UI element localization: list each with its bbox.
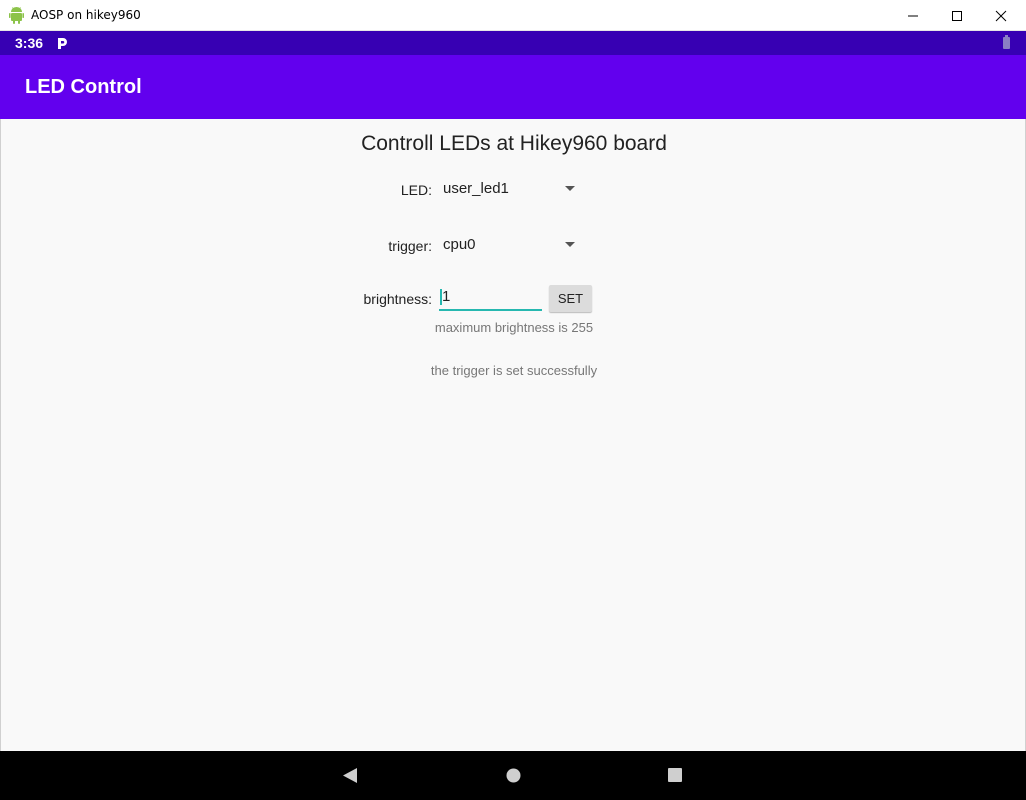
main-content: Controll LEDs at Hikey960 board LED: use…: [0, 119, 1026, 751]
dropdown-arrow-icon: [565, 242, 575, 247]
window-title: AOSP on hikey960: [31, 8, 141, 22]
led-selected-value: user_led1: [443, 180, 509, 197]
text-cursor: [440, 289, 442, 305]
navigation-bar: [0, 751, 1026, 800]
dropdown-arrow-icon: [565, 186, 575, 191]
android-icon: [9, 7, 24, 24]
brightness-label: brightness:: [363, 291, 432, 307]
app-bar: LED Control: [0, 55, 1026, 119]
p-notification-icon: [58, 38, 67, 49]
trigger-selected-value: cpu0: [443, 236, 476, 253]
page-title: Controll LEDs at Hikey960 board: [361, 132, 667, 155]
home-icon[interactable]: [506, 768, 521, 783]
close-icon: [995, 10, 1007, 22]
close-button[interactable]: [978, 0, 1024, 31]
recents-icon[interactable]: [668, 768, 682, 782]
led-spinner[interactable]: user_led1: [439, 174, 581, 204]
maximize-icon: [952, 11, 962, 21]
status-message: the trigger is set successfully: [430, 363, 598, 378]
window-title-bar: AOSP on hikey960: [0, 0, 1026, 31]
back-icon[interactable]: [343, 768, 357, 783]
trigger-spinner[interactable]: cpu0: [439, 230, 581, 260]
max-brightness-hint: maximum brightness is 255: [434, 320, 594, 335]
status-time: 3:36: [15, 35, 44, 51]
led-label: LED:: [400, 182, 432, 198]
trigger-label: trigger:: [388, 238, 432, 254]
battery-icon: [1003, 35, 1010, 49]
maximize-button[interactable]: [934, 0, 980, 31]
app-title: LED Control: [25, 76, 142, 98]
set-button[interactable]: SET: [549, 285, 592, 312]
minimize-icon: [908, 15, 918, 17]
brightness-input[interactable]: 1: [439, 285, 542, 311]
status-bar: 3:36: [0, 31, 1026, 55]
minimize-button[interactable]: [890, 0, 936, 31]
brightness-value: 1: [442, 288, 451, 305]
